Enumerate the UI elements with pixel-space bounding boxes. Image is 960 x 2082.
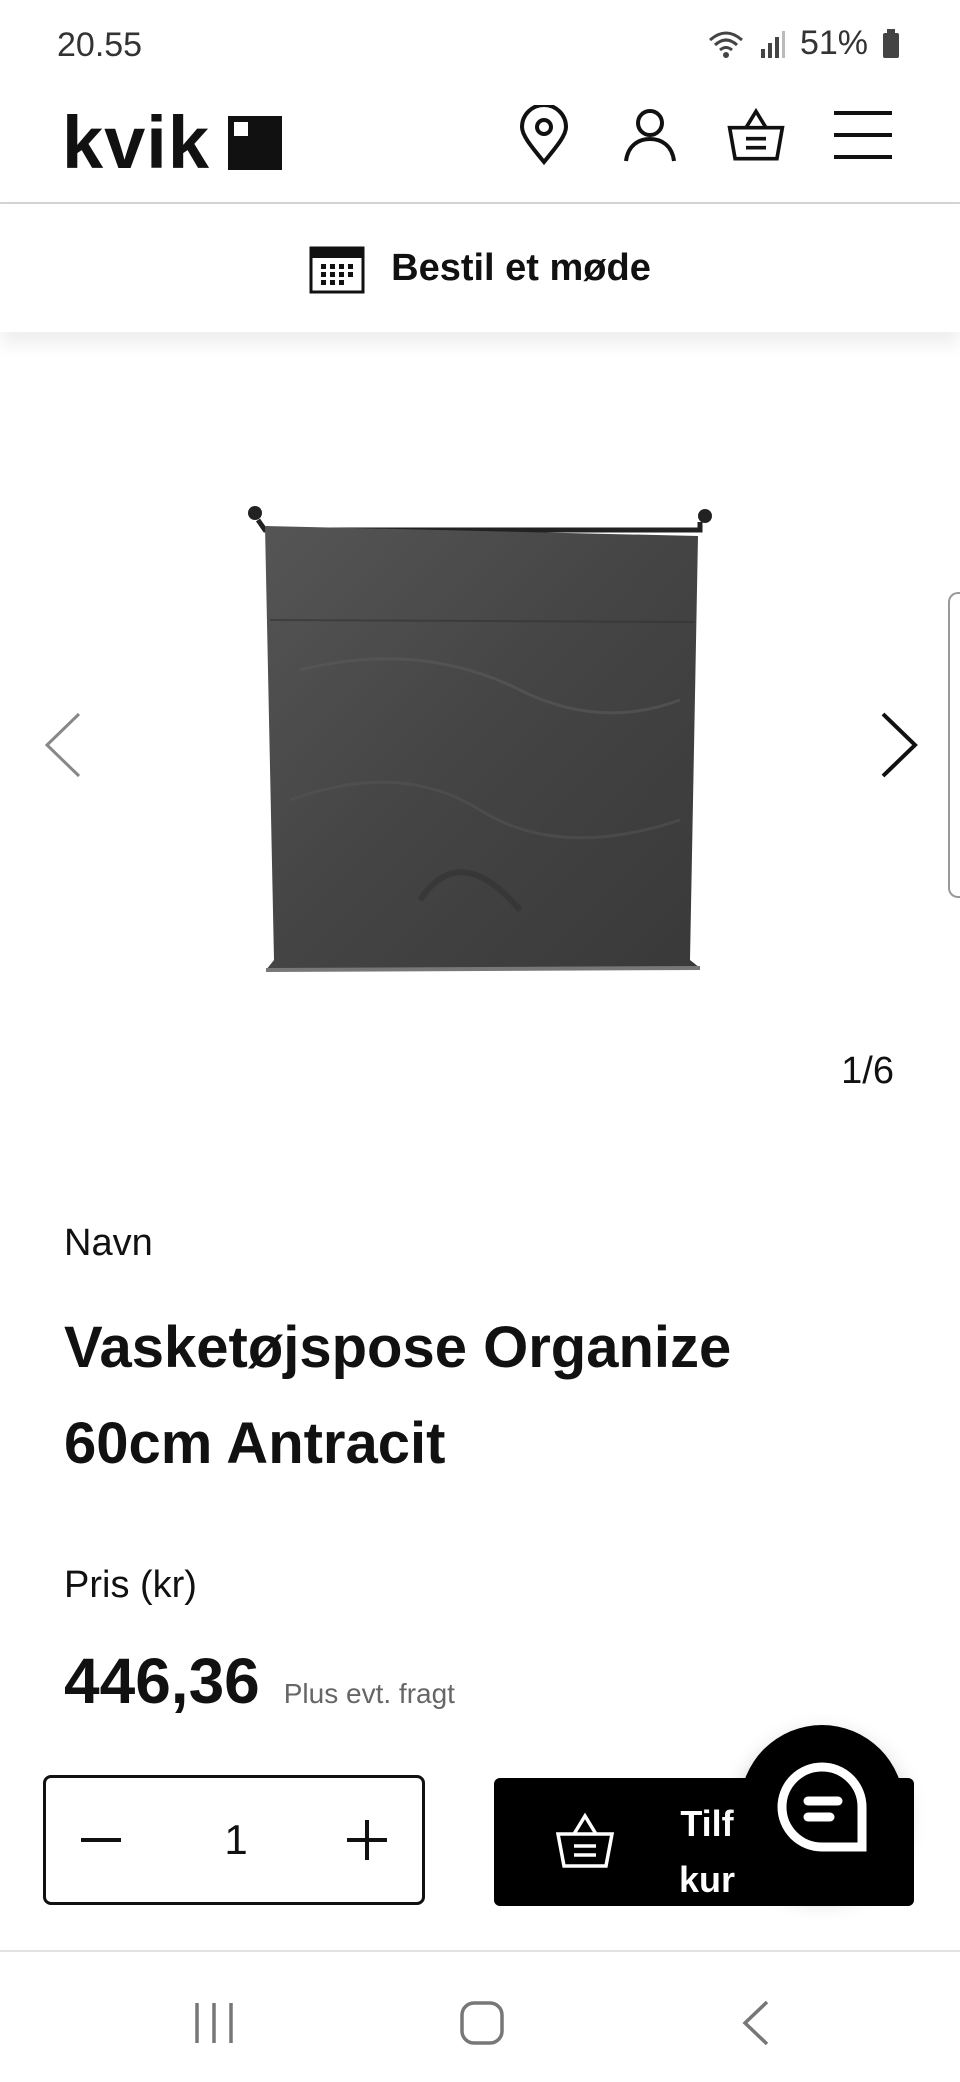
side-drawer-handle[interactable] bbox=[948, 592, 960, 898]
kvik-logo[interactable]: kvik bbox=[62, 101, 283, 184]
back-button[interactable] bbox=[726, 1998, 786, 2048]
chat-icon bbox=[777, 1762, 867, 1852]
product-gallery[interactable] bbox=[0, 340, 960, 1120]
logo-mark-icon bbox=[228, 116, 283, 170]
book-meeting-button[interactable]: Bestil et møde bbox=[0, 204, 960, 332]
home-button[interactable] bbox=[452, 1998, 512, 2048]
system-nav-bar bbox=[0, 1950, 960, 2082]
product-image[interactable] bbox=[0, 340, 960, 1120]
decrease-quantity-button[interactable] bbox=[46, 1778, 156, 1902]
quantity-value[interactable]: 1 bbox=[196, 1778, 276, 1902]
quantity-stepper[interactable]: 1 bbox=[43, 1775, 425, 1905]
price-value: 446,36 bbox=[64, 1645, 260, 1717]
meeting-label: Bestil et møde bbox=[391, 246, 651, 289]
signal-icon bbox=[760, 30, 785, 58]
price-row: 446,36 Plus evt. fragt bbox=[64, 1644, 455, 1718]
basket-icon[interactable] bbox=[726, 104, 786, 166]
increase-quantity-button[interactable] bbox=[312, 1778, 422, 1902]
basket-icon bbox=[555, 1812, 615, 1868]
add-to-cart-label: Tilf kur bbox=[678, 1803, 736, 1900]
price-label: Pris (kr) bbox=[64, 1564, 197, 1606]
shipping-note: Plus evt. fragt bbox=[283, 1678, 455, 1709]
chat-button[interactable] bbox=[740, 1725, 904, 1889]
location-pin-icon[interactable] bbox=[514, 104, 574, 166]
status-bar: 20.55 51% bbox=[0, 0, 960, 90]
recent-apps-button[interactable] bbox=[184, 1998, 244, 2048]
image-counter: 1/6 bbox=[841, 1050, 894, 1092]
user-icon[interactable] bbox=[620, 104, 680, 166]
wifi-icon bbox=[708, 31, 743, 58]
calendar-icon bbox=[309, 246, 365, 294]
next-image-arrow[interactable] bbox=[874, 705, 924, 785]
status-time: 20.55 bbox=[57, 26, 143, 64]
prev-image-arrow[interactable] bbox=[38, 705, 88, 785]
logo-text: kvik bbox=[62, 101, 211, 184]
battery-percent: 51% bbox=[799, 24, 868, 62]
status-indicators: 51% bbox=[706, 24, 900, 63]
battery-icon bbox=[883, 28, 899, 58]
hamburger-menu-icon[interactable] bbox=[832, 104, 894, 166]
name-label: Navn bbox=[64, 1222, 153, 1264]
product-title: Vasketøjspose Organize 60cm Antracit bbox=[64, 1315, 732, 1476]
